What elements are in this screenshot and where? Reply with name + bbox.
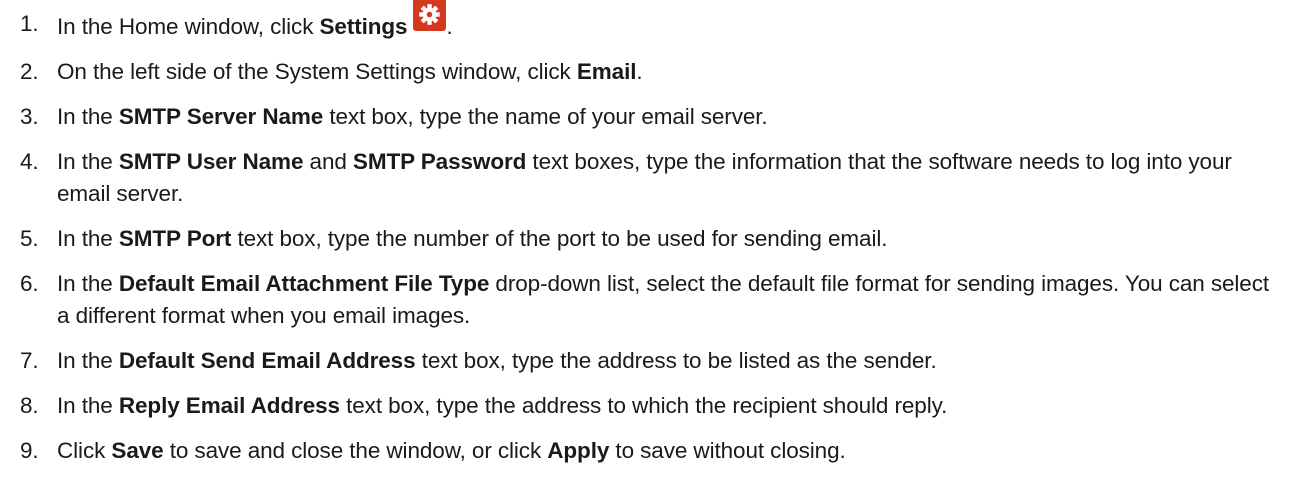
gear-icon: [413, 0, 447, 31]
step-number: 2.: [20, 59, 39, 84]
ui-term-reply-email-address: Reply Email Address: [118, 393, 340, 418]
ui-term-smtp-server-name: SMTP Server Name: [118, 104, 324, 129]
ui-term-smtp-port: SMTP Port: [118, 226, 232, 251]
step-text: text box, type the address to which the …: [339, 393, 948, 418]
step-number: 1.: [20, 11, 39, 36]
step-5: 5. In the SMTP Port text box, type the nu…: [0, 223, 1294, 255]
ui-term-email: Email: [576, 59, 637, 84]
step-text: In the: [57, 226, 119, 251]
step-text: In the: [57, 393, 119, 418]
step-text: text box, type the name of your email se…: [323, 104, 768, 129]
ui-term-apply: Apply: [547, 438, 610, 463]
step-2: 2. On the left side of the System Setting…: [0, 56, 1294, 88]
steps-list: 1. In the Home window, click Settings .: [0, 0, 1294, 480]
step-7: 7. In the Default Send Email Address text…: [0, 345, 1294, 377]
step-1: 1. In the Home window, click Settings .: [0, 0, 1294, 43]
step-number: 8.: [20, 393, 39, 418]
step-text: In the: [57, 348, 119, 373]
step-text: In the Home window, click: [57, 14, 320, 39]
step-8: 8. In the Reply Email Address text box, t…: [0, 390, 1294, 422]
step-text: In the: [57, 149, 119, 174]
step-text: and: [303, 149, 353, 174]
ui-term-smtp-password: SMTP Password: [352, 149, 527, 174]
step-text: text box, type the number of the port to…: [231, 226, 888, 251]
step-text: Click: [57, 438, 112, 463]
step-number: 9.: [20, 438, 39, 463]
step-text: .: [446, 14, 453, 39]
step-number: 6.: [20, 271, 39, 296]
step-text: .: [636, 59, 643, 84]
step-text: to save and close the window, or click: [163, 438, 548, 463]
step-4: 4. In the SMTP User Name and SMTP Passwor…: [0, 146, 1294, 210]
ui-term-default-email-attachment-file-type: Default Email Attachment File Type: [118, 271, 490, 296]
step-text: On the left side of the System Settings …: [57, 59, 577, 84]
step-number: 5.: [20, 226, 39, 251]
ui-term-settings: Settings: [319, 14, 408, 39]
ui-term-smtp-user-name: SMTP User Name: [118, 149, 304, 174]
step-text: In the: [57, 271, 119, 296]
step-number: 3.: [20, 104, 39, 129]
step-number: 7.: [20, 348, 39, 373]
ui-term-default-send-email-address: Default Send Email Address: [118, 348, 416, 373]
step-9: 9. Click Save to save and close the windo…: [0, 435, 1294, 467]
step-number: 4.: [20, 149, 39, 174]
step-6: 6. In the Default Email Attachment File T…: [0, 268, 1294, 332]
ui-term-save: Save: [111, 438, 164, 463]
step-text: to save without closing.: [609, 438, 846, 463]
step-text: text box, type the address to be listed …: [415, 348, 937, 373]
step-3: 3. In the SMTP Server Name text box, type…: [0, 101, 1294, 133]
instructions-document: 1. In the Home window, click Settings .: [0, 0, 1294, 463]
step-text: In the: [57, 104, 119, 129]
